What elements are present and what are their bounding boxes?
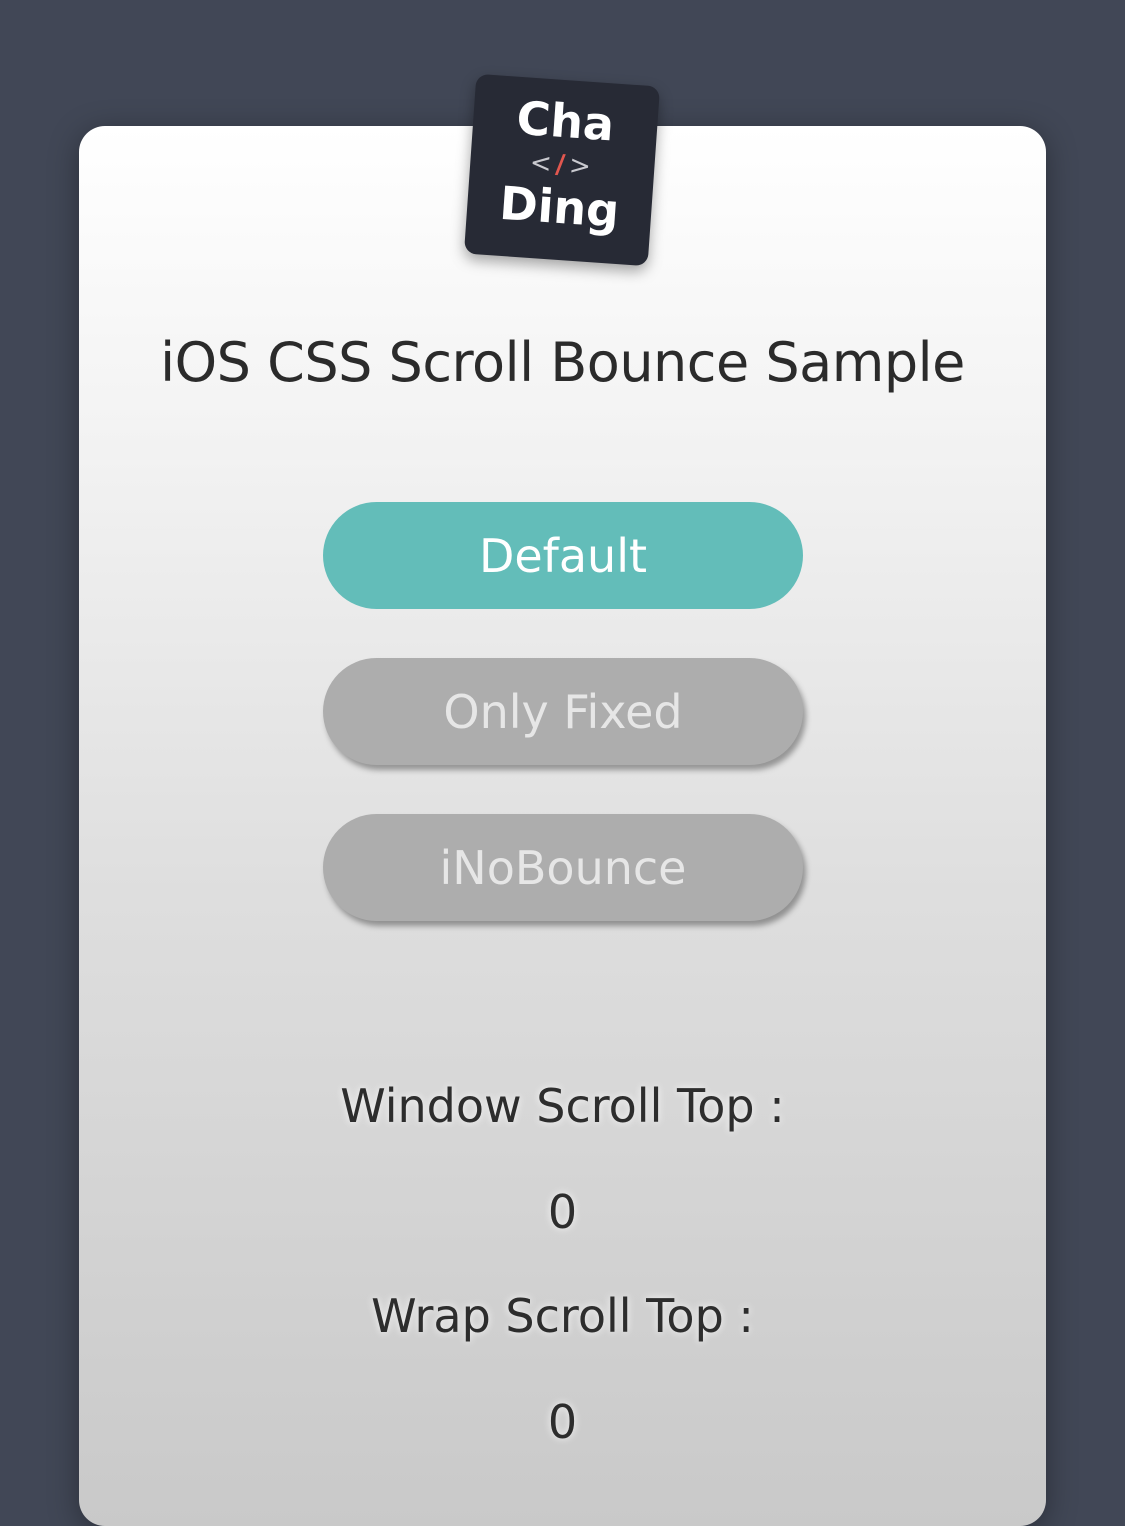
wrap-scroll-top-value: 0 [547, 1395, 578, 1449]
chading-logo: Cha </> Ding [463, 73, 661, 267]
logo-code-open: < [528, 147, 557, 180]
window-scroll-top-value: 0 [547, 1185, 578, 1239]
page-title: iOS CSS Scroll Bounce Sample [160, 331, 965, 394]
only-fixed-button[interactable]: Only Fixed [323, 658, 803, 765]
logo-line1: Cha [514, 90, 616, 152]
default-button[interactable]: Default [323, 502, 803, 609]
logo-line2: Ding [497, 175, 621, 239]
inobounce-button[interactable]: iNoBounce [323, 814, 803, 921]
wrap-scroll-top-label: Wrap Scroll Top : [371, 1289, 754, 1343]
window-scroll-top-label: Window Scroll Top : [340, 1079, 785, 1133]
logo-code-close: > [568, 150, 596, 183]
